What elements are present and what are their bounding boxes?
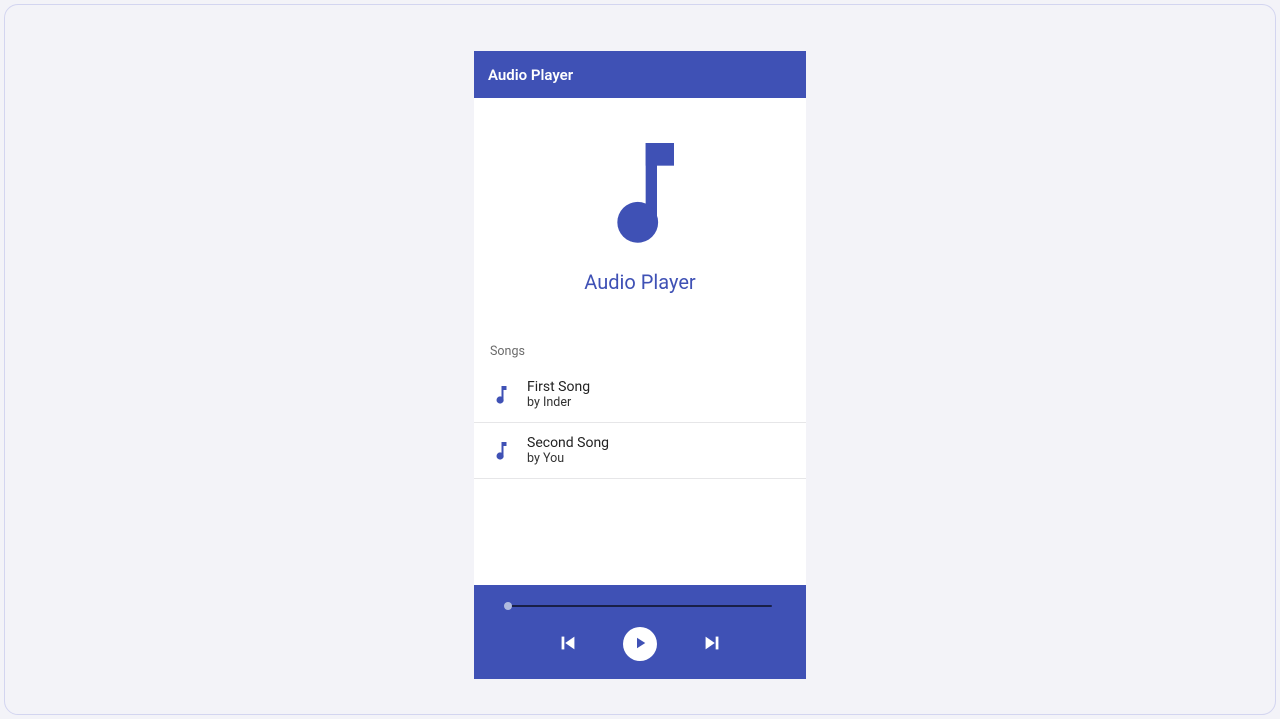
song-artist: by Inder — [527, 395, 590, 410]
next-button[interactable] — [701, 632, 723, 657]
music-note-icon — [606, 142, 674, 246]
spacer — [474, 479, 806, 585]
viewport-frame: Audio Player Audio Player Songs — [4, 4, 1276, 715]
hero-section: Audio Player — [474, 98, 806, 314]
song-list: First Song by Inder Second Song — [474, 367, 806, 479]
skip-previous-icon — [557, 632, 579, 657]
songs-section-label: Songs — [474, 314, 806, 367]
skip-next-icon — [701, 632, 723, 657]
song-text: First Song by Inder — [527, 379, 590, 410]
player-bar — [474, 585, 806, 679]
music-note-icon — [494, 442, 507, 460]
app-bar: Audio Player — [474, 51, 806, 98]
content-area: Audio Player Songs First Song by Inder — [474, 98, 806, 679]
progress-thumb[interactable] — [504, 602, 512, 610]
previous-button[interactable] — [557, 632, 579, 657]
play-button[interactable] — [623, 627, 657, 661]
song-title: Second Song — [527, 435, 609, 451]
app-title: Audio Player — [488, 66, 573, 84]
song-text: Second Song by You — [527, 435, 609, 466]
song-title: First Song — [527, 379, 590, 395]
progress-slider[interactable] — [488, 599, 792, 613]
progress-track — [508, 605, 772, 607]
song-artist: by You — [527, 451, 609, 466]
transport-controls — [488, 627, 792, 661]
audio-player-app: Audio Player Audio Player Songs — [474, 51, 806, 679]
song-item[interactable]: First Song by Inder — [474, 367, 806, 423]
hero-label: Audio Player — [584, 270, 695, 294]
song-item[interactable]: Second Song by You — [474, 423, 806, 479]
music-note-icon — [494, 386, 507, 404]
play-icon — [631, 634, 649, 655]
